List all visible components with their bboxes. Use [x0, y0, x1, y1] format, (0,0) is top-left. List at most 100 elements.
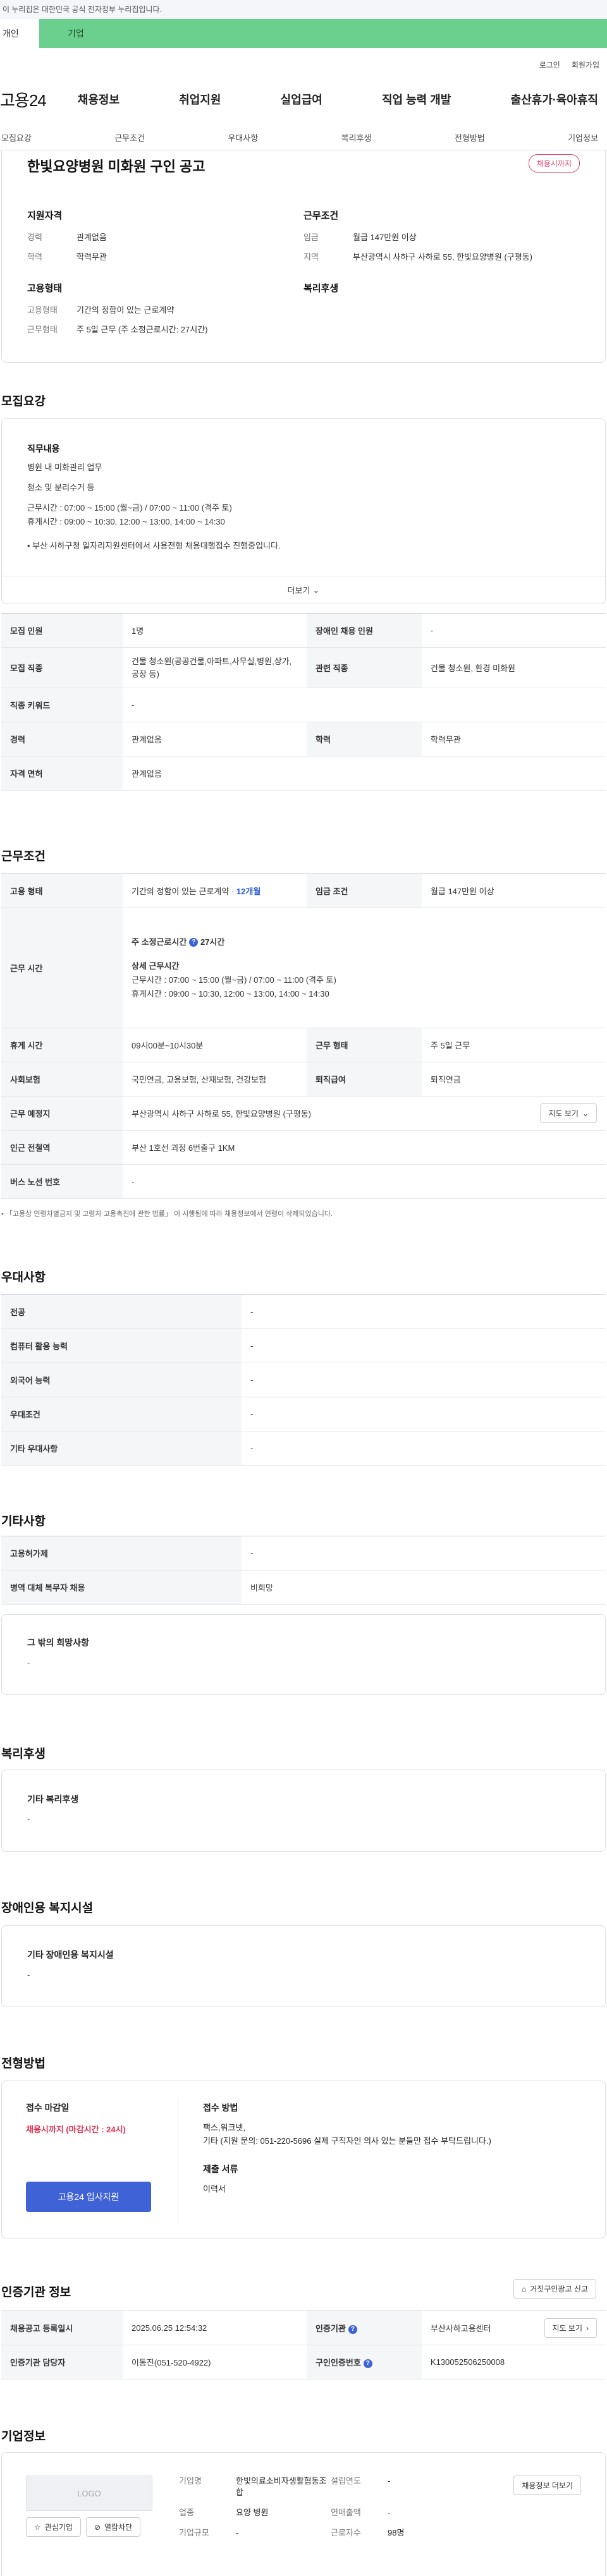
more-button[interactable]: 더보기 ⌄	[2, 576, 605, 604]
site-logo[interactable]: 고용24	[0, 88, 47, 111]
other-wishes-value: -	[27, 1658, 30, 1667]
company-key: 기업명	[179, 2476, 202, 2486]
table-row: 모집 직종 건물 청소원(공공건물,아파트,사무실,병원,상가,공장 등) 관련 …	[1, 647, 606, 688]
section-heading-recruit: 모집요강	[1, 395, 46, 408]
type-row: 근무형태 주 5일 근무 (주 소정근로시간: 27시간)	[27, 323, 304, 335]
block-view-button[interactable]: ⊘ 열람차단	[85, 2517, 141, 2537]
table-row: 고용 형태 기간의 정함이 있는 근로계약 · 12개월 임금 조건 월급 14…	[1, 873, 606, 908]
weekly-hours-label: 주 소정근로시간	[132, 937, 187, 947]
work-hours-cell: 주 소정근로시간? 27시간 상세 근무시간 근무시간 : 07:00 ~ 15…	[123, 908, 606, 1028]
docs-value: 이력서	[203, 2184, 226, 2194]
main-menu: 채용정보 취업지원 실업급여 직업 능력 개발 출산휴가·육아휴직	[78, 91, 607, 107]
tab-preferences[interactable]: 우대사항	[228, 125, 258, 150]
desc-line	[27, 475, 580, 481]
table-row: 컴퓨터 활용 능력 -	[1, 1328, 606, 1363]
deadline-value: 채용시까지 (마감시간 : 24시)	[26, 2125, 126, 2134]
recruit-table: 모집 인원 1명 장애인 채용 인원 - 모집 직종 건물 청소원(공공건물,아파트,…	[1, 613, 606, 791]
table-row: 인근 전철역 부산 1호선 괴정 6번출구 1KM	[1, 1130, 606, 1165]
map-view-button[interactable]: 지도 보기 ⌄	[540, 1103, 597, 1123]
section-heading-certification: 인증기관 정보	[1, 2286, 71, 2299]
weekly-hours-value: 27시간	[200, 937, 225, 947]
tab-company-info[interactable]: 기업정보	[568, 125, 598, 150]
section-heading-preferences: 우대사항	[1, 1271, 46, 1284]
table-header-cell: 모집 인원	[1, 613, 123, 648]
table-row: 병역 대체 복무자 채용 비희망	[1, 1570, 606, 1605]
favorite-company-button[interactable]: ☆ 관심기업	[26, 2517, 81, 2537]
help-icon[interactable]: ?	[348, 2324, 357, 2334]
table-row: 경력 관계없음 학력 학력무관	[1, 722, 606, 756]
menu-item-employment-support[interactable]: 취업지원	[179, 91, 221, 107]
table-header-cell: 장애인 채용 인원	[307, 613, 422, 648]
cond-title: 근무조건	[304, 210, 339, 221]
company-logo-text: LOGO	[77, 2488, 101, 2498]
cond-key: 지역	[304, 252, 319, 262]
type-value: 주 5일 근무 (주 소정근로시간: 27시간)	[77, 325, 208, 334]
job-summary-card: 한빛요양병원 미화원 구인 공고 채용시까지 지원자격 경력 관계없음 학력 학력무…	[1, 150, 606, 363]
tab-welfare[interactable]: 복리후생	[341, 125, 372, 150]
agency-map-button[interactable]: 지도 보기 ›	[544, 2318, 597, 2338]
welfare-card: 기타 복리후생 -	[1, 1770, 606, 1852]
tab-personal[interactable]: 개인	[0, 19, 39, 48]
chevron-right-icon: ›	[586, 2323, 589, 2333]
qual-value: 관계없음	[77, 233, 107, 242]
table-cell: -	[242, 1363, 606, 1397]
table-cell: 퇴직연금	[421, 1062, 606, 1097]
table-header-cell: 관련 직종	[307, 647, 422, 688]
table-row: 근무 예정지 부산광역시 사하구 사하로 55, 한빛요양병원 (구평동) 지도…	[1, 1096, 606, 1131]
method-line: 팩스,워크넷,	[203, 2123, 246, 2132]
cond-value: 부산광역시 사하구 사하로 55, 한빛요양병원 (구평동)	[353, 252, 532, 262]
table-header-cell: 기타 우대사항	[1, 1431, 242, 1466]
chevron-down-icon: ⌄	[582, 1109, 589, 1118]
table-cell: 09시00분~10시30분	[123, 1028, 307, 1062]
company-info-grid: 기업명 한빛의료소비자생활협동조합 설립연도 - 업종 요양 병원 연매출액 -…	[179, 2476, 463, 2539]
menu-item-jobs[interactable]: 채용정보	[78, 91, 120, 107]
status-badge: 채용시까지	[528, 154, 580, 173]
company-jobs-button[interactable]: 채용정보 더보기	[513, 2476, 581, 2495]
help-icon[interactable]: ?	[189, 938, 199, 947]
tab-company[interactable]: 기업	[39, 19, 607, 48]
table-cell: -	[242, 1294, 606, 1329]
login-link[interactable]: 로그인	[539, 59, 560, 70]
table-cell: -	[242, 1397, 606, 1431]
other-wishes-card: 그 밖의 희망사항 -	[1, 1614, 606, 1695]
desc-line: 병원 내 미화관리 업무	[27, 463, 102, 472]
table-header-cell: 자격 면허	[1, 756, 123, 791]
menu-item-vocational-training[interactable]: 직업 능력 개발	[382, 91, 451, 107]
etc-table: 고용허가제 - 병역 대체 복무자 채용 비희망	[1, 1536, 606, 1605]
false-ad-report-button[interactable]: ⌂ 거짓구인광고 신고	[513, 2279, 596, 2299]
apply-button[interactable]: 고용24 입사지원	[26, 2182, 151, 2212]
menu-item-parental-leave[interactable]: 출산휴가·육아휴직	[511, 91, 598, 107]
employment-type-text: 기간의 정함이 있는 근로계약 ·	[132, 887, 236, 896]
age-footnote-text: 「고용상 연령차별금지 및 고령자 고용촉진에 관한 법률」 이 시행됨에 따라…	[5, 1210, 333, 1218]
tab-work-conditions[interactable]: 근무조건	[114, 125, 145, 150]
table-row: 버스 노선 번호 -	[1, 1164, 606, 1199]
company-value: -	[236, 2528, 239, 2537]
work-place-cell: 부산광역시 사하구 사하로 55, 한빛요양병원 (구평동) 지도 보기 ⌄	[123, 1096, 606, 1131]
table-row: 자격 면허 관계없음	[1, 756, 606, 791]
company-jobs-label: 채용정보 더보기	[522, 2481, 573, 2490]
signup-link[interactable]: 회원가입	[572, 59, 599, 70]
menu-item-unemployment-benefit[interactable]: 실업급여	[281, 91, 322, 107]
tab-recruit[interactable]: 모집요강	[1, 125, 32, 150]
tab-personal-label: 개인	[3, 28, 19, 39]
company-value: -	[388, 2476, 391, 2486]
detail-hours-line: 근무시간 : 07:00 ~ 15:00 (월~금) / 07:00 ~ 11:…	[132, 975, 336, 985]
table-row: 인증기관 담당자 이동진(051-520-4922) 구인인증번호? K1300…	[1, 2345, 606, 2379]
summary-right: 근무조건 임금 월급 147만원 이상 지역 부산광역시 사하구 사하로 55, 한…	[304, 209, 580, 343]
table-header-cell: 컴퓨터 활용 능력	[1, 1328, 242, 1363]
disabled-facilities-title: 기타 장애인용 복지시설	[27, 1950, 114, 1960]
tab-selection[interactable]: 전형방법	[455, 125, 485, 150]
table-cell: -	[123, 688, 606, 722]
company-key: 업종	[179, 2508, 194, 2517]
job-title: 한빛요양병원 미화원 구인 공고	[27, 159, 205, 174]
table-header-cell: 사회보험	[1, 1062, 123, 1097]
table-row: 근무 시간 주 소정근로시간? 27시간 상세 근무시간 근무시간 : 07:0…	[1, 908, 606, 1028]
employment-type-cell: 기간의 정함이 있는 근로계약 · 12개월	[123, 873, 307, 908]
site-logo-text: 고용24	[0, 90, 47, 110]
welfare-title: 기타 복리후생	[27, 1794, 79, 1804]
company-value: 요양 병원	[236, 2508, 269, 2517]
type-row: 고용형태 기간의 정함이 있는 근로계약	[27, 303, 304, 315]
table-header-cell: 근무 예정지	[1, 1096, 123, 1131]
help-icon[interactable]: ?	[363, 2359, 372, 2368]
company-logo-placeholder: LOGO	[26, 2476, 152, 2511]
